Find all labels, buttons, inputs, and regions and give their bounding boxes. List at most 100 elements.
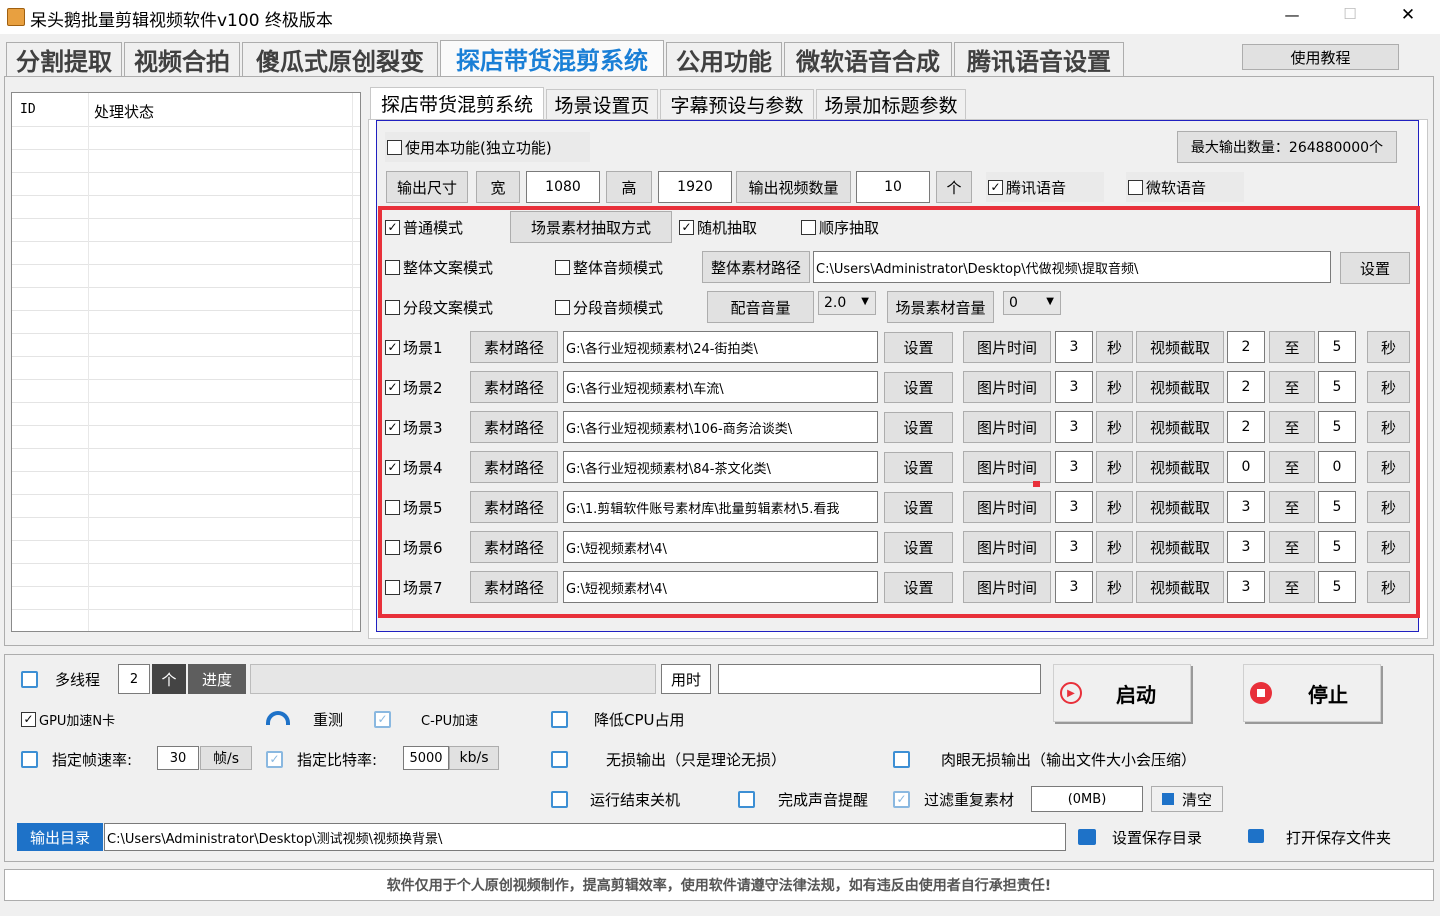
multithread-checkbox[interactable] [21, 668, 46, 690]
scene-path-button[interactable]: 素材路径 [470, 451, 558, 483]
image-time-input[interactable]: 3 [1055, 371, 1093, 403]
ms-voice-box[interactable] [1128, 179, 1143, 195]
lossless-checkbox[interactable] [551, 748, 576, 770]
whole-path-set-button[interactable]: 设置 [1340, 252, 1410, 284]
scene-path-button[interactable]: 素材路径 [470, 531, 558, 563]
whole-path-input[interactable]: C:\Users\Administrator\Desktop\代做视频\提取音频… [813, 251, 1331, 283]
tab-original-fission[interactable]: 傻瓜式原创裂变 [242, 42, 438, 76]
cpu-accel-checkbox[interactable]: ✓ [374, 708, 399, 730]
tencent-voice-box[interactable]: ✓ [988, 179, 1003, 195]
segment-audio-box[interactable] [555, 299, 570, 315]
fps-box[interactable] [21, 750, 38, 768]
dub-volume-select[interactable]: 2.0 ▼ [818, 291, 876, 315]
gpu-box[interactable]: ✓ [21, 711, 36, 727]
clip-to-input[interactable]: 0 [1318, 451, 1356, 483]
scene-check-box[interactable] [385, 539, 400, 555]
tab-store-remix[interactable]: 探店带货混剪系统 [440, 40, 664, 76]
scene-path-input[interactable]: G:\短视频素材\4\ [563, 571, 878, 603]
scene-path-button[interactable]: 素材路径 [470, 491, 558, 523]
subtab-subtitle-presets[interactable]: 字幕预设与参数 [660, 89, 814, 119]
height-input[interactable]: 1920 [658, 171, 732, 203]
sequential-extract-box[interactable] [801, 219, 816, 235]
clip-from-input[interactable]: 3 [1227, 571, 1265, 603]
use-function-box[interactable] [387, 139, 402, 155]
scene-path-input[interactable]: G:\各行业短视频素材\24-街拍类\ [563, 331, 878, 363]
scene-set-button[interactable]: 设置 [884, 532, 953, 563]
scene-path-input[interactable]: G:\各行业短视频素材\106-商务洽谈类\ [563, 411, 878, 443]
lower-cpu-box[interactable] [551, 710, 568, 728]
scene-path-input[interactable]: G:\1.剪辑软件账号素材库\批量剪辑素材\5.看我 [563, 491, 878, 523]
scene-check-box[interactable]: ✓ [385, 459, 400, 475]
threads-input[interactable]: 2 [118, 664, 150, 694]
image-time-input[interactable]: 3 [1055, 531, 1093, 563]
segment-text-box[interactable] [385, 299, 400, 315]
folder-open-icon[interactable] [1248, 829, 1264, 843]
scene-checkbox[interactable]: 场景7 [385, 574, 443, 600]
width-input[interactable]: 1080 [526, 171, 600, 203]
clip-button[interactable]: 视频截取 [1136, 531, 1224, 563]
visual-lossless-checkbox[interactable] [893, 748, 918, 770]
scene-set-button[interactable]: 设置 [884, 332, 953, 363]
whole-audio-box[interactable] [555, 259, 570, 275]
scene-path-button[interactable]: 素材路径 [470, 411, 558, 443]
scene-check-box[interactable]: ✓ [385, 339, 400, 355]
open-save-dir-button[interactable]: 打开保存文件夹 [1286, 827, 1391, 848]
whole-text-box[interactable] [385, 259, 400, 275]
fps-input[interactable]: 30 [157, 746, 199, 770]
scene-set-button[interactable]: 设置 [884, 372, 953, 403]
scene-path-input[interactable]: G:\短视频素材\4\ [563, 531, 878, 563]
scene-path-button[interactable]: 素材路径 [470, 571, 558, 603]
tab-split-extract[interactable]: 分割提取 [6, 42, 122, 76]
sequential-extract-checkbox[interactable]: 顺序抽取 [801, 214, 879, 240]
whole-path-button[interactable]: 整体素材路径 [702, 251, 810, 283]
random-extract-box[interactable]: ✓ [679, 219, 694, 235]
clip-from-input[interactable]: 3 [1227, 491, 1265, 523]
image-time-button[interactable]: 图片时间 [963, 571, 1051, 603]
use-function-checkbox[interactable]: 使用本功能(独立功能) [385, 132, 590, 162]
clip-button[interactable]: 视频截取 [1136, 451, 1224, 483]
clip-button[interactable]: 视频截取 [1136, 491, 1224, 523]
retest-button[interactable]: 重测 [313, 709, 343, 730]
scene-path-button[interactable]: 素材路径 [470, 371, 558, 403]
clip-to-input[interactable]: 5 [1318, 331, 1356, 363]
task-list[interactable]: ID 处理状态 [11, 92, 361, 632]
lossless-box[interactable] [551, 750, 568, 768]
shutdown-box[interactable] [551, 790, 568, 808]
filter-dup-checkbox[interactable]: ✓ [893, 788, 918, 810]
visual-lossless-box[interactable] [893, 750, 910, 768]
image-time-button[interactable]: 图片时间 [963, 411, 1051, 443]
clip-to-input[interactable]: 5 [1318, 411, 1356, 443]
bitrate-box[interactable]: ✓ [266, 750, 283, 768]
maximize-button[interactable]: ☐ [1340, 5, 1360, 23]
clip-from-input[interactable]: 2 [1227, 371, 1265, 403]
random-extract-checkbox[interactable]: ✓ 随机抽取 [679, 214, 757, 240]
image-time-input[interactable]: 3 [1055, 571, 1093, 603]
scene-checkbox[interactable]: ✓ 场景4 [385, 454, 443, 480]
scene-check-box[interactable]: ✓ [385, 379, 400, 395]
close-button[interactable]: ✕ [1398, 5, 1418, 25]
scene-set-button[interactable]: 设置 [884, 572, 953, 603]
sound-alert-checkbox[interactable] [738, 788, 763, 810]
gpu-checkbox[interactable]: ✓ GPU加速N卡 [21, 708, 115, 730]
start-button[interactable]: ▶ 启动 [1053, 664, 1191, 722]
extract-method-button[interactable]: 场景素材抽取方式 [510, 211, 672, 243]
tutorial-button[interactable]: 使用教程 [1242, 44, 1399, 70]
subtab-scene-title-params[interactable]: 场景加标题参数 [816, 89, 966, 119]
clip-from-input[interactable]: 2 [1227, 331, 1265, 363]
scene-set-button[interactable]: 设置 [884, 412, 953, 443]
folder-settings-icon[interactable] [1078, 829, 1096, 845]
scene-checkbox[interactable]: 场景5 [385, 494, 443, 520]
filter-dup-box[interactable]: ✓ [893, 790, 910, 808]
clip-from-input[interactable]: 3 [1227, 531, 1265, 563]
scene-path-button[interactable]: 素材路径 [470, 331, 558, 363]
image-time-button[interactable]: 图片时间 [963, 331, 1051, 363]
col-status-header[interactable]: 处理状态 [94, 101, 154, 122]
clip-to-input[interactable]: 5 [1318, 571, 1356, 603]
output-dir-input[interactable]: C:\Users\Administrator\Desktop\测试视频\视频换背… [104, 823, 1066, 851]
clip-from-input[interactable]: 2 [1227, 411, 1265, 443]
bitrate-checkbox[interactable]: ✓ [266, 748, 291, 770]
ms-voice-checkbox[interactable]: 微软语音 [1126, 172, 1244, 202]
clip-to-input[interactable]: 5 [1318, 371, 1356, 403]
bitrate-input[interactable]: 5000 [403, 746, 449, 770]
clip-button[interactable]: 视频截取 [1136, 331, 1224, 363]
